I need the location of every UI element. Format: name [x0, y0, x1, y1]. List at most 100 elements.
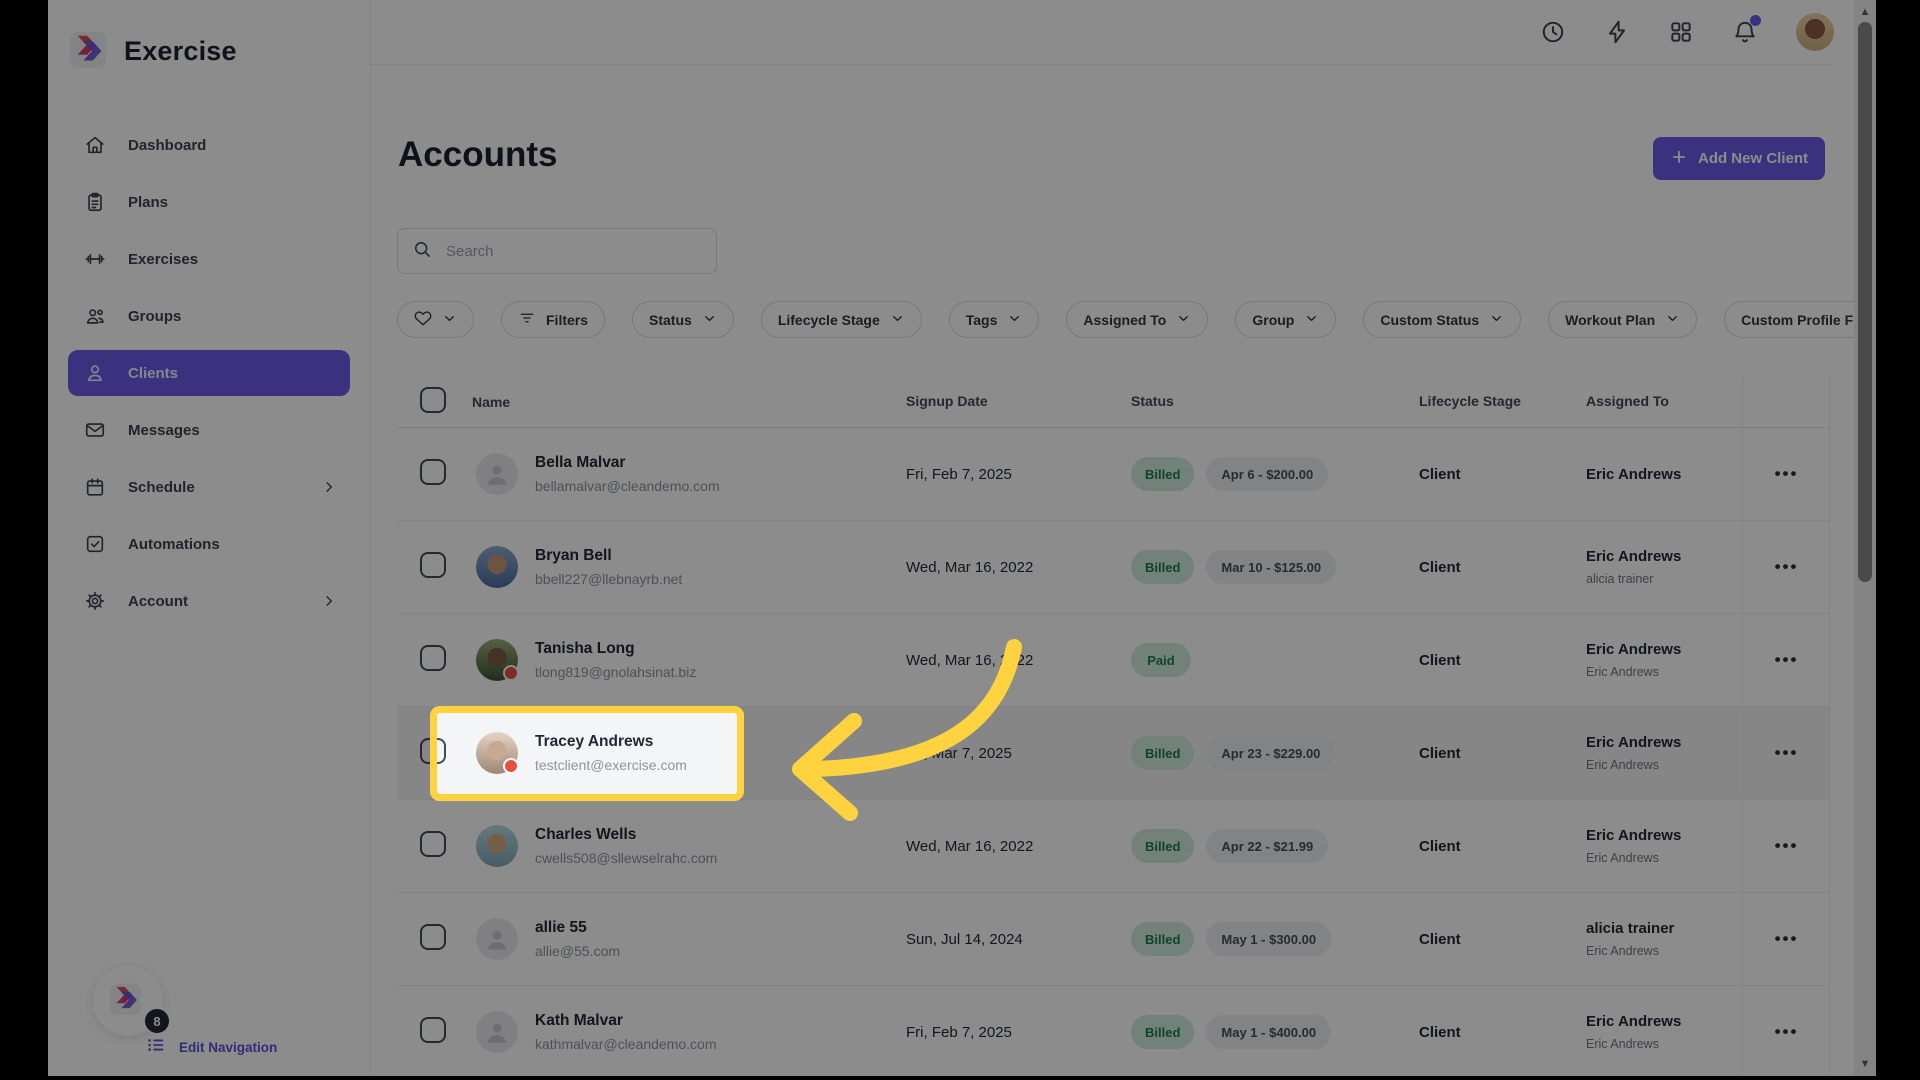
- vertical-scrollbar[interactable]: ▲ ▼: [1854, 0, 1876, 1076]
- sidebar-item-clients[interactable]: Clients: [68, 350, 350, 396]
- scrollbar-thumb[interactable]: [1858, 22, 1872, 582]
- sidebar-item-automations[interactable]: Automations: [68, 521, 350, 567]
- client-name: Kath Malvar: [535, 1012, 717, 1030]
- lifecycle-stage: Client: [1419, 838, 1586, 855]
- notification-dot: [1750, 15, 1761, 26]
- add-new-client-button[interactable]: Add New Client: [1653, 137, 1825, 180]
- header-icon-bar: [1540, 9, 1834, 55]
- edit-navigation-button[interactable]: Edit Navigation: [145, 1034, 277, 1061]
- clock-icon[interactable]: [1540, 19, 1566, 45]
- sidebar-item-dashboard[interactable]: Dashboard: [68, 122, 350, 168]
- client-email: tlong819@gnolahsinat.biz: [535, 664, 696, 680]
- row-menu-button[interactable]: •••: [1769, 463, 1805, 485]
- user-icon: [84, 362, 106, 384]
- lifecycle-stage: Client: [1419, 466, 1586, 483]
- filter-chip-label: Custom Status: [1380, 312, 1479, 328]
- filter-chip-group[interactable]: Group: [1235, 301, 1336, 338]
- search-input[interactable]: [444, 242, 702, 261]
- table-row-bryan-bell[interactable]: Bryan Bell bbell227@llebnayrb.net Wed, M…: [397, 521, 1830, 614]
- table-row-allie-55[interactable]: allie 55 allie@55.com Sun, Jul 14, 2024 …: [397, 893, 1830, 986]
- client-avatar: [476, 639, 518, 681]
- client-email: bellamalvar@cleandemo.com: [535, 478, 720, 494]
- row-menu-button[interactable]: •••: [1769, 649, 1805, 671]
- column-header-lifecycle-stage: Lifecycle Stage: [1419, 393, 1521, 409]
- row-menu-button[interactable]: •••: [1769, 742, 1805, 764]
- row-checkbox[interactable]: [420, 1017, 446, 1043]
- sidebar-item-exercises[interactable]: Exercises: [68, 236, 350, 282]
- filter-chip-assigned-to[interactable]: Assigned To: [1066, 301, 1208, 338]
- client-avatar: [476, 732, 518, 774]
- filter-chip-custom-status[interactable]: Custom Status: [1363, 301, 1521, 338]
- gear-icon: [84, 590, 106, 612]
- filter-chip-custom-profile-field[interactable]: Custom Profile Field: [1724, 301, 1856, 338]
- filter-chip-label: Tags: [966, 312, 998, 328]
- client-avatar: [476, 918, 518, 960]
- filter-chip-label: Status: [649, 312, 692, 328]
- filter-chip-workout-plan[interactable]: Workout Plan: [1548, 301, 1697, 338]
- table-row-tracey-andrews[interactable]: Tracey Andrews testclient@exercise.com F…: [397, 707, 1830, 800]
- table-row-kath-malvar[interactable]: Kath Malvar kathmalvar@cleandemo.com Fri…: [397, 986, 1830, 1076]
- scrollbar-down-arrow[interactable]: ▼: [1854, 1054, 1876, 1074]
- row-menu-button[interactable]: •••: [1769, 928, 1805, 950]
- notification-count-badge: 8: [143, 1007, 171, 1035]
- select-all-checkbox[interactable]: [420, 387, 446, 413]
- status-badge: Billed: [1131, 922, 1194, 956]
- sidebar-item-label: Messages: [128, 422, 200, 439]
- search-box: [397, 228, 717, 274]
- table-row-bella-malvar[interactable]: Bella Malvar bellamalvar@cleandemo.com F…: [397, 428, 1830, 521]
- sidebar-item-plans[interactable]: Plans: [68, 179, 350, 225]
- grid-icon[interactable]: [1668, 19, 1694, 45]
- row-menu-button[interactable]: •••: [1769, 1021, 1805, 1043]
- zap-icon[interactable]: [1604, 19, 1630, 45]
- sidebar-item-label: Dashboard: [128, 137, 206, 154]
- row-checkbox[interactable]: [420, 552, 446, 578]
- filter-bar: Filters Status Lifecycle Stage Tags Assigned…: [397, 301, 1856, 339]
- filter-chip-label: Custom Profile Field: [1741, 312, 1856, 328]
- sidebar-nav: Dashboard Plans Exercises Groups Clients Mess…: [68, 122, 350, 635]
- column-header-signup-date: Signup Date: [906, 393, 988, 409]
- dumbbell-icon: [84, 248, 106, 270]
- chevron-down-icon: [1489, 311, 1504, 329]
- row-menu-button[interactable]: •••: [1769, 556, 1805, 578]
- brand-logo[interactable]: Exercise: [70, 30, 237, 73]
- filter-chip-tags[interactable]: Tags: [949, 301, 1040, 338]
- lifecycle-stage: Client: [1419, 652, 1586, 669]
- scrollbar-up-arrow[interactable]: ▲: [1854, 2, 1876, 22]
- status-badge: Billed: [1131, 550, 1194, 584]
- list-icon: [145, 1034, 167, 1061]
- row-checkbox[interactable]: [420, 459, 446, 485]
- filter-chip-status[interactable]: Status: [632, 301, 734, 338]
- sidebar-item-account[interactable]: Account: [68, 578, 350, 624]
- filter-chip-filters[interactable]: Filters: [501, 301, 605, 338]
- bell-icon[interactable]: [1732, 19, 1758, 45]
- row-checkbox[interactable]: [420, 831, 446, 857]
- signup-date: Wed, Mar 16, 2022: [906, 838, 1131, 855]
- exercise-logo-icon: [110, 982, 146, 1020]
- table-row-tanisha-long[interactable]: Tanisha Long tlong819@gnolahsinat.biz We…: [397, 614, 1830, 707]
- sidebar-item-label: Schedule: [128, 479, 195, 496]
- client-name: Bella Malvar: [535, 454, 720, 472]
- client-email: kathmalvar@cleandemo.com: [535, 1036, 717, 1052]
- filter-chip-favorites[interactable]: [397, 301, 474, 338]
- row-checkbox[interactable]: [420, 645, 446, 671]
- chevron-down-icon: [702, 311, 717, 329]
- sidebar-item-groups[interactable]: Groups: [68, 293, 350, 339]
- page-title: Accounts: [398, 135, 557, 175]
- row-checkbox[interactable]: [420, 924, 446, 950]
- sidebar-item-messages[interactable]: Messages: [68, 407, 350, 453]
- users-icon: [84, 305, 106, 327]
- sidebar-item-schedule[interactable]: Schedule: [68, 464, 350, 510]
- profile-avatar[interactable]: [1796, 13, 1834, 51]
- signup-date: Sun, Jul 14, 2024: [906, 931, 1131, 948]
- billing-pill: Mar 10 - $125.00: [1206, 550, 1336, 584]
- row-menu-button[interactable]: •••: [1769, 835, 1805, 857]
- lifecycle-stage: Client: [1419, 745, 1586, 762]
- filter-chip-lifecycle-stage[interactable]: Lifecycle Stage: [761, 301, 922, 338]
- filter-chip-label: Workout Plan: [1565, 312, 1655, 328]
- billing-pill: Apr 23 - $229.00: [1206, 736, 1335, 770]
- assigned-to-secondary: Eric Andrews: [1586, 944, 1742, 958]
- chevron-down-icon: [442, 311, 457, 329]
- status-badge: Billed: [1131, 457, 1194, 491]
- row-checkbox[interactable]: [420, 738, 446, 764]
- table-row-charles-wells[interactable]: Charles Wells cwells508@sllewselrahc.com…: [397, 800, 1830, 893]
